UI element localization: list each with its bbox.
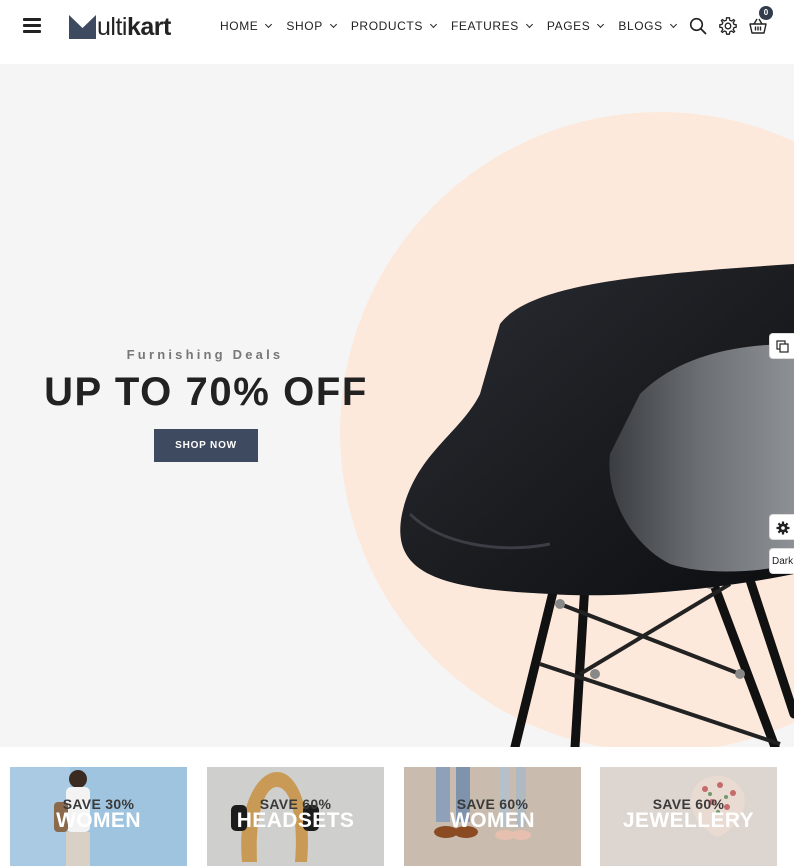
header-icons: 0 bbox=[688, 6, 778, 37]
banner-women[interactable]: SAVE 30% WOMEN bbox=[10, 767, 187, 866]
banner-headsets[interactable]: SAVE 60% HEADSETS bbox=[207, 767, 384, 866]
hero-banner: Furnishing Deals UP TO 70% OFF SHOP NOW … bbox=[0, 64, 794, 747]
chevron-down-icon bbox=[329, 20, 337, 28]
gear-icon[interactable] bbox=[718, 16, 738, 36]
banner-category-label: WOMEN bbox=[56, 809, 141, 832]
hero-subtitle: Furnishing Deals bbox=[126, 347, 284, 362]
banner-category-label: HEADSETS bbox=[236, 809, 355, 832]
brand-name: ultikart bbox=[97, 13, 171, 41]
chair-image bbox=[400, 264, 794, 747]
main-nav: HOME SHOP PRODUCTS FEATURES PAGES BLOGS bbox=[220, 18, 691, 34]
chevron-down-icon bbox=[429, 20, 438, 28]
copy-icon[interactable] bbox=[769, 333, 794, 359]
brand-logo[interactable]: ultikart bbox=[69, 12, 171, 42]
nav-shop[interactable]: SHOP bbox=[286, 19, 337, 33]
chevron-down-icon bbox=[669, 20, 677, 28]
nav-products[interactable]: PRODUCTS bbox=[351, 19, 438, 33]
nav-blogs[interactable]: BLOGS bbox=[618, 19, 677, 33]
menu-icon[interactable] bbox=[23, 18, 41, 34]
banner-category-label: JEWELLERY bbox=[622, 809, 755, 832]
dark-mode-toggle[interactable]: Dark bbox=[769, 548, 794, 574]
banner-jewellery[interactable]: SAVE 60% JEWELLERY bbox=[600, 767, 777, 866]
nav-home[interactable]: HOME bbox=[220, 19, 273, 33]
logo-mark-icon bbox=[69, 15, 96, 39]
nav-pages[interactable]: PAGES bbox=[547, 19, 605, 33]
settings-gear-icon[interactable] bbox=[769, 514, 794, 540]
chevron-down-icon bbox=[597, 20, 605, 28]
banner-category-label: WOMEN bbox=[450, 809, 535, 832]
shop-now-button[interactable]: SHOP NOW bbox=[154, 429, 258, 462]
nav-features[interactable]: FEATURES bbox=[451, 19, 533, 33]
banner-women-2[interactable]: SAVE 60% WOMEN bbox=[404, 767, 581, 866]
basket-icon[interactable]: 0 bbox=[748, 6, 773, 36]
category-banners: SAVE 30% WOMEN SAVE 60% HEADSETS SAVE 60… bbox=[0, 767, 794, 866]
chevron-down-icon bbox=[525, 20, 533, 28]
cart-count-badge: 0 bbox=[759, 6, 773, 20]
search-icon[interactable] bbox=[688, 16, 708, 36]
chevron-down-icon bbox=[265, 20, 273, 28]
hero-title: UP TO 70% OFF bbox=[44, 370, 368, 414]
site-header: ultikart HOME SHOP PRODUCTS FEATURES PAG… bbox=[0, 0, 794, 64]
